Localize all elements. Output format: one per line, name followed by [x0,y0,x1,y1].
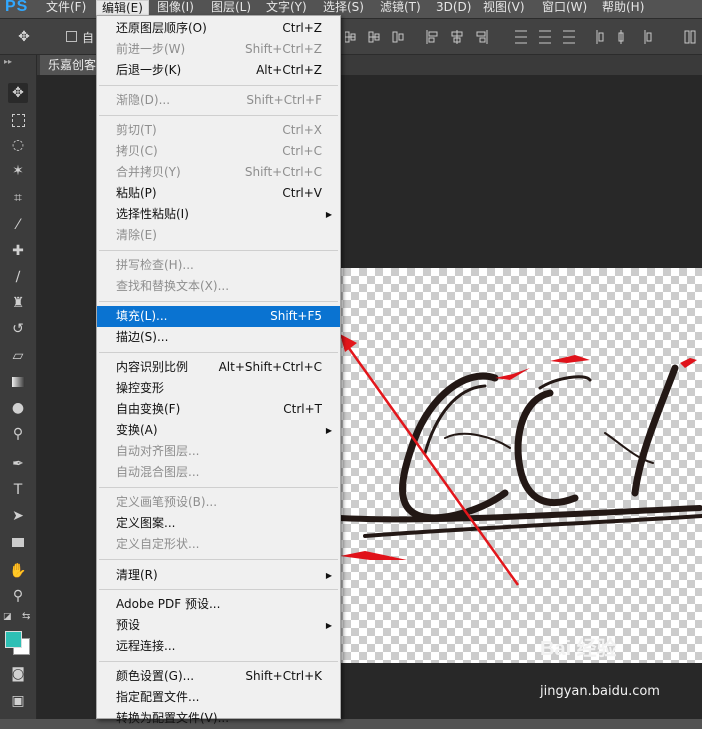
healing-brush-tool-icon[interactable]: ✚ [8,241,28,261]
submenu-arrow-icon: ▶ [325,621,332,630]
menu-item-define-custom-shape[interactable]: 定义自定形状... [97,534,340,555]
align-distribute-icons[interactable] [345,29,702,45]
menu-help[interactable]: 帮助(H) [602,0,644,18]
submenu-arrow-icon: ▶ [325,426,332,435]
default-colors-icon[interactable]: ◪ [3,612,12,622]
menu-separator [99,301,338,302]
menu-view[interactable]: 视图(V) [483,0,525,18]
menu-item-free-transform[interactable]: 自由变换(F) Ctrl+T [97,399,340,420]
move-tool-icon[interactable]: ✥ [8,83,28,103]
menu-item-transform[interactable]: 变换(A) ▶ [97,420,340,441]
menu-item-step-forward[interactable]: 前进一步(W) Shift+Ctrl+Z [97,39,340,60]
rectangle-tool-icon[interactable] [8,532,28,552]
menu-filter[interactable]: 滤镜(T) [380,0,421,18]
menu-separator [99,115,338,116]
magic-wand-tool-icon[interactable]: ✶ [8,161,28,181]
brush-tool-icon[interactable]: ∕ [8,267,28,287]
swap-colors-icon[interactable]: ⇆ [22,611,30,622]
menu-item-paste-special[interactable]: 选择性粘贴(I) ▶ [97,204,340,225]
menu-item-assign-profile[interactable]: 指定配置文件... [97,687,340,708]
menu-separator [99,352,338,353]
hand-tool-icon[interactable]: ✋ [8,561,28,581]
menu-separator [99,85,338,86]
menu-separator [99,250,338,251]
submenu-arrow-icon: ▶ [325,210,332,219]
menu-item-paste[interactable]: 粘贴(P) Ctrl+V [97,183,340,204]
lasso-tool-icon[interactable]: ◌ [8,135,28,155]
menu-item-step-backward[interactable]: 后退一步(K) Alt+Ctrl+Z [97,60,340,81]
menu-item-check-spelling[interactable]: 拼写检查(H)... [97,255,340,276]
document-tab[interactable]: 乐嘉创客 [40,55,96,75]
menu-item-content-aware-scale[interactable]: 内容识别比例 Alt+Shift+Ctrl+C [97,357,340,378]
toolbox: ▸▸ ✥ ◌ ✶ ⌗ ⁄ ✚ ∕ ♜ ↺ ▱ ● ⚲ ✒ T ➤ ✋ ⚲ ◪ ⇆… [0,55,37,719]
menu-item-puppet-warp[interactable]: 操控变形 [97,378,340,399]
menu-item-color-settings[interactable]: 颜色设置(G)... Shift+Ctrl+K [97,666,340,687]
type-tool-icon[interactable]: T [8,480,28,500]
submenu-arrow-icon: ▶ [325,571,332,580]
history-brush-tool-icon[interactable]: ↺ [8,319,28,339]
auto-select-checkbox[interactable] [66,31,77,42]
annotation-arrow [340,334,520,586]
menu-separator [99,661,338,662]
watermark-url: jingyan.baidu.com [540,684,660,699]
menu-item-define-brush-preset[interactable]: 定义画笔预设(B)... [97,492,340,513]
menu-item-copy-merged[interactable]: 合并拷贝(Y) Shift+Ctrl+C [97,162,340,183]
photoshop-logo: PS [5,0,29,15]
pen-tool-icon[interactable]: ✒ [8,454,28,474]
menu-separator [99,589,338,590]
menu-item-clear[interactable]: 清除(E) [97,225,340,246]
menu-item-copy[interactable]: 拷贝(C) Ctrl+C [97,141,340,162]
eyedropper-tool-icon[interactable]: ⁄ [8,215,28,235]
menu-item-fade[interactable]: 渐隐(D)... Shift+Ctrl+F [97,90,340,111]
menu-item-stroke[interactable]: 描边(S)... [97,327,340,348]
screen-mode-icon[interactable]: ▣ [8,691,28,711]
quick-mask-icon[interactable]: ◙ [8,664,28,684]
menu-item-define-pattern[interactable]: 定义图案... [97,513,340,534]
move-tool-preset-icon[interactable]: ✥ [14,27,34,47]
baidu-jingyan-watermark: Bai 经验 jingyan.baidu.com [540,632,700,704]
menu-window[interactable]: 窗口(W) [542,0,587,18]
menu-item-adobe-pdf-presets[interactable]: Adobe PDF 预设... [97,594,340,615]
menu-item-cut[interactable]: 剪切(T) Ctrl+X [97,120,340,141]
menu-item-auto-align-layers[interactable]: 自动对齐图层... [97,441,340,462]
eraser-tool-icon[interactable]: ▱ [8,346,28,366]
marquee-tool-icon[interactable] [8,110,28,130]
menu-item-find-replace-text[interactable]: 查找和替换文本(X)... [97,276,340,297]
menu-item-fill[interactable]: 填充(L)... Shift+F5 [97,306,340,327]
menu-item-auto-blend-layers[interactable]: 自动混合图层... [97,462,340,483]
auto-select-label: 自 [82,31,95,45]
gradient-tool-icon[interactable] [8,372,28,392]
menu-item-remote-connections[interactable]: 远程连接... [97,636,340,657]
watermark-logo: Bai 经验 [540,638,617,660]
menu-item-undo[interactable]: 还原图层顺序(O) Ctrl+Z [97,18,340,39]
path-selection-tool-icon[interactable]: ➤ [8,506,28,526]
clone-stamp-tool-icon[interactable]: ♜ [8,293,28,313]
menu-file[interactable]: 文件(F) [46,0,86,18]
menu-3d[interactable]: 3D(D) [436,0,471,18]
menu-item-purge[interactable]: 清理(R) ▶ [97,565,340,586]
foreground-color-swatch[interactable] [5,631,22,648]
crop-tool-icon[interactable]: ⌗ [8,188,28,208]
menu-item-presets[interactable]: 预设 ▶ [97,615,340,636]
dodge-tool-icon[interactable]: ⚲ [8,424,28,444]
menu-separator [99,487,338,488]
blur-tool-icon[interactable]: ● [8,398,28,418]
menu-separator [99,559,338,560]
collapse-toolbox-icon[interactable]: ▸▸ [4,57,12,66]
zoom-tool-icon[interactable]: ⚲ [8,586,28,606]
edit-menu-dropdown: 还原图层顺序(O) Ctrl+Z 前进一步(W) Shift+Ctrl+Z 后退一步… [96,15,341,725]
